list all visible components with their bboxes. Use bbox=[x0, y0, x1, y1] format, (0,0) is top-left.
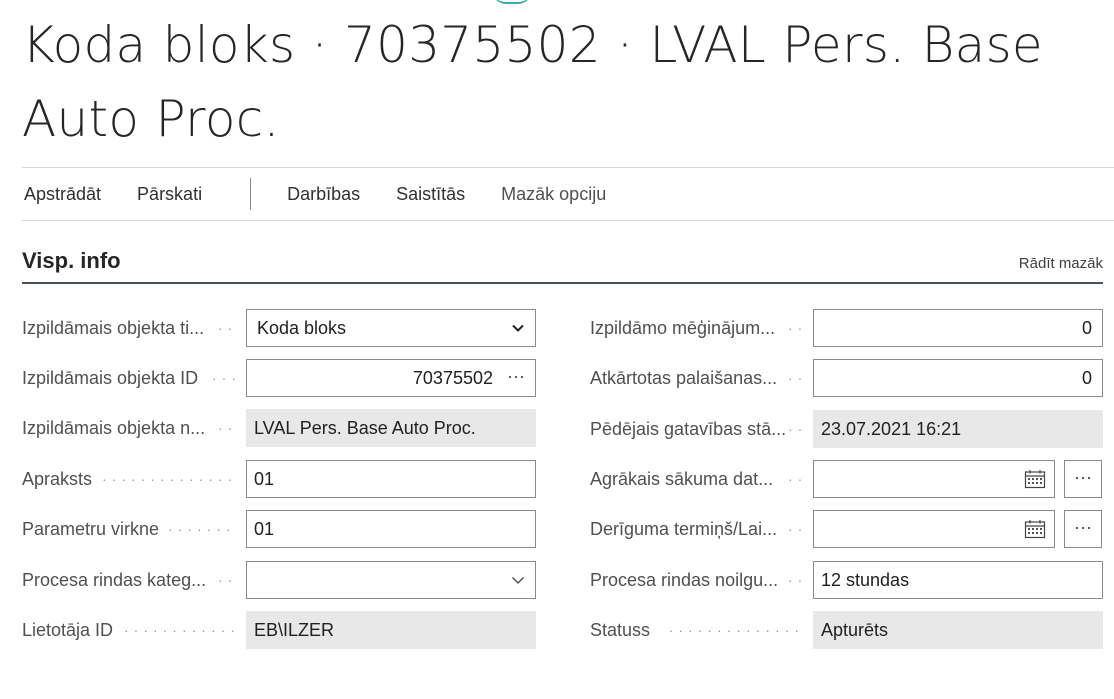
field-row-attempts: Izpildāmo mēģinājum... ·············· 0 bbox=[0, 309, 1114, 347]
field-row-status: Statuss ·············· Apturēts bbox=[0, 611, 1114, 649]
field-label: Procesa rindas noilgu... bbox=[590, 570, 779, 590]
calendar-icon[interactable] bbox=[1024, 519, 1046, 539]
queue-timeout-input[interactable]: 12 stundas bbox=[813, 561, 1103, 599]
show-less-link[interactable]: Rādīt mazāk bbox=[1019, 255, 1103, 272]
field-row-earliest-start: Agrākais sākuma dat... ·············· ··… bbox=[0, 460, 1114, 498]
ellipsis-icon[interactable]: ··· bbox=[1064, 460, 1102, 498]
dot-leader: ·············· bbox=[788, 471, 804, 487]
section-title[interactable]: Visp. info bbox=[22, 248, 121, 274]
field-label: Statuss bbox=[590, 620, 651, 640]
expiration-input[interactable] bbox=[813, 510, 1055, 548]
earliest-start-input[interactable] bbox=[813, 460, 1055, 498]
page-title: Koda bloks · 70375502 · LVAL Pers. Base … bbox=[22, 16, 1043, 148]
action-process[interactable]: Apstrādāt bbox=[22, 184, 119, 205]
dot-leader: ·············· bbox=[788, 572, 804, 588]
field-label: Atkārtotas palaišanas... bbox=[590, 368, 778, 388]
loading-indicator bbox=[492, 0, 532, 4]
field-label: Izpildāmo mēģinājum... bbox=[590, 318, 776, 338]
dot-leader: ·············· bbox=[788, 370, 804, 386]
field-label: Derīguma termiņš/Lai... bbox=[590, 519, 778, 539]
field-row-queue-timeout: Procesa rindas noilgu... ·············· … bbox=[0, 561, 1114, 599]
field-label: Agrākais sākuma dat... bbox=[590, 469, 774, 489]
field-label: Pēdējais gatavības stā... bbox=[590, 419, 787, 439]
card-page: Koda bloks · 70375502 · LVAL Pers. Base … bbox=[0, 0, 1114, 699]
action-bar: Apstrādāt Pārskati Darbības Saistītās Ma… bbox=[22, 168, 1114, 220]
ellipsis-icon[interactable]: ··· bbox=[1064, 510, 1102, 548]
dot-leader: ·············· bbox=[788, 521, 804, 537]
rerun-delay-input[interactable]: 0 bbox=[813, 359, 1103, 397]
section-header-general: Visp. info Rādīt mazāk bbox=[22, 244, 1103, 284]
action-reports[interactable]: Pārskati bbox=[135, 184, 220, 205]
attempts-input[interactable]: 0 bbox=[813, 309, 1103, 347]
action-group-divider bbox=[250, 178, 252, 210]
action-bar-bottom-divider bbox=[22, 220, 1114, 221]
dot-leader: ·············· bbox=[788, 320, 804, 336]
action-related[interactable]: Saistītās bbox=[394, 184, 483, 205]
last-ready-state-field: 23.07.2021 16:21 bbox=[813, 410, 1103, 448]
status-field: Apturēts bbox=[813, 611, 1103, 649]
action-actions[interactable]: Darbības bbox=[285, 184, 378, 205]
field-row-rerun-delay: Atkārtotas palaišanas... ·············· … bbox=[0, 359, 1114, 397]
fewer-options-button[interactable]: Mazāk opciju bbox=[499, 184, 624, 205]
dot-leader: ·············· bbox=[668, 622, 804, 638]
field-row-expiration: Derīguma termiņš/Lai... ·············· ·… bbox=[0, 510, 1114, 548]
calendar-icon[interactable] bbox=[1024, 469, 1046, 489]
field-row-last-ready-state: Pēdējais gatavības stā... ··············… bbox=[0, 410, 1114, 448]
dot-leader: ·············· bbox=[788, 421, 804, 437]
